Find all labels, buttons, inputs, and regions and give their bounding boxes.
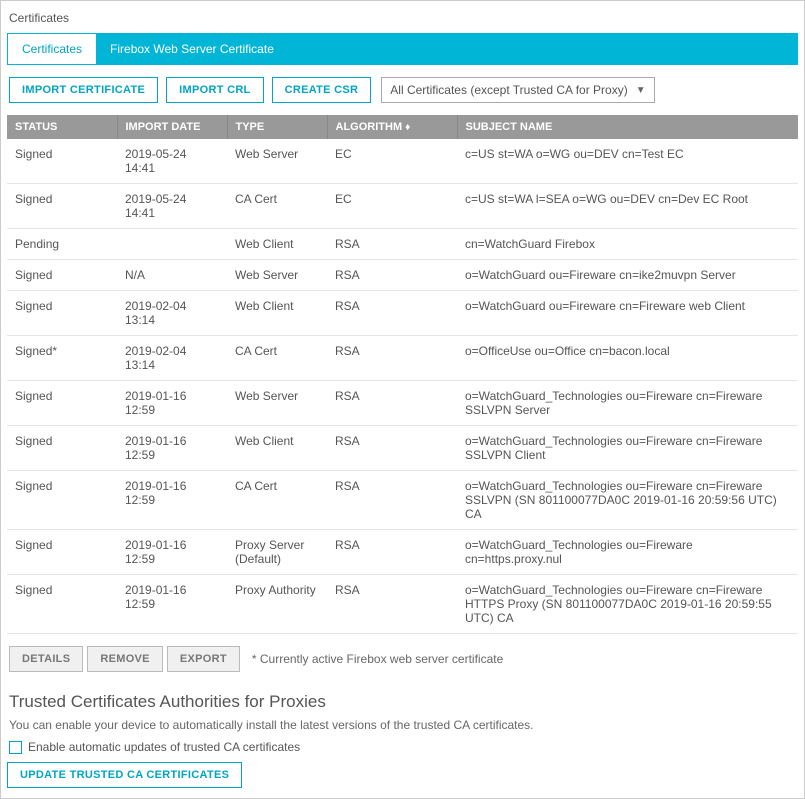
cell-status: Signed: [7, 184, 117, 229]
cell-date: 2019-05-24 14:41: [117, 139, 227, 184]
cell-subject: cn=WatchGuard Firebox: [457, 229, 798, 260]
cell-alg: RSA: [327, 260, 457, 291]
cell-subject: o=WatchGuard ou=Fireware cn=ike2muvpn Se…: [457, 260, 798, 291]
cell-alg: RSA: [327, 471, 457, 530]
cell-subject: o=WatchGuard_Technologies ou=Fireware cn…: [457, 426, 798, 471]
certificates-table: STATUS IMPORT DATE TYPE ALGORITHM♦ SUBJE…: [7, 115, 798, 634]
cell-status: Signed: [7, 575, 117, 634]
cell-subject: o=WatchGuard_Technologies ou=Fireware cn…: [457, 530, 798, 575]
cell-status: Pending: [7, 229, 117, 260]
cell-type: Web Client: [227, 291, 327, 336]
cell-alg: RSA: [327, 336, 457, 381]
column-type[interactable]: TYPE: [227, 115, 327, 139]
cell-type: CA Cert: [227, 184, 327, 229]
certificate-filter-value: All Certificates (except Trusted CA for …: [390, 83, 627, 97]
cell-subject: c=US st=WA o=WG ou=DEV cn=Test EC: [457, 139, 798, 184]
cell-type: CA Cert: [227, 471, 327, 530]
table-row[interactable]: Signed2019-05-24 14:41Web ServerECc=US s…: [7, 139, 798, 184]
details-button[interactable]: DETAILS: [9, 646, 83, 672]
enable-auto-updates-label: Enable automatic updates of trusted CA c…: [28, 740, 300, 754]
remove-button[interactable]: REMOVE: [87, 646, 162, 672]
column-status[interactable]: STATUS: [7, 115, 117, 139]
tab-certificates[interactable]: Certificates: [8, 34, 96, 64]
cell-alg: EC: [327, 139, 457, 184]
cell-subject: o=WatchGuard_Technologies ou=Fireware cn…: [457, 381, 798, 426]
cell-alg: RSA: [327, 381, 457, 426]
certificate-filter-select[interactable]: All Certificates (except Trusted CA for …: [381, 77, 654, 103]
create-csr-button[interactable]: CREATE CSR: [272, 77, 372, 103]
table-row[interactable]: SignedN/AWeb ServerRSAo=WatchGuard ou=Fi…: [7, 260, 798, 291]
table-row[interactable]: Signed2019-01-16 12:59Web ServerRSAo=Wat…: [7, 381, 798, 426]
cell-alg: RSA: [327, 530, 457, 575]
cell-date: 2019-01-16 12:59: [117, 471, 227, 530]
cell-date: N/A: [117, 260, 227, 291]
cell-alg: EC: [327, 184, 457, 229]
cell-type: Web Server: [227, 381, 327, 426]
cell-alg: RSA: [327, 291, 457, 336]
export-button[interactable]: EXPORT: [167, 646, 240, 672]
cell-subject: o=WatchGuard_Technologies ou=Fireware cn…: [457, 471, 798, 530]
import-crl-button[interactable]: IMPORT CRL: [166, 77, 263, 103]
table-row[interactable]: Signed2019-01-16 12:59Proxy Server (Defa…: [7, 530, 798, 575]
cell-type: Web Client: [227, 229, 327, 260]
cell-date: 2019-02-04 13:14: [117, 291, 227, 336]
cell-date: 2019-01-16 12:59: [117, 381, 227, 426]
column-import-date[interactable]: IMPORT DATE: [117, 115, 227, 139]
cell-status: Signed: [7, 291, 117, 336]
cell-date: 2019-05-24 14:41: [117, 184, 227, 229]
cell-date: [117, 229, 227, 260]
cell-status: Signed: [7, 139, 117, 184]
table-row[interactable]: Signed2019-01-16 12:59Proxy AuthorityRSA…: [7, 575, 798, 634]
cell-subject: c=US st=WA l=SEA o=WG ou=DEV cn=Dev EC R…: [457, 184, 798, 229]
column-subject-name[interactable]: SUBJECT NAME: [457, 115, 798, 139]
cell-alg: RSA: [327, 229, 457, 260]
trusted-ca-title: Trusted Certificates Authorities for Pro…: [7, 676, 798, 716]
table-row[interactable]: Signed2019-05-24 14:41CA CertECc=US st=W…: [7, 184, 798, 229]
cell-type: Web Server: [227, 260, 327, 291]
cell-date: 2019-01-16 12:59: [117, 530, 227, 575]
cell-alg: RSA: [327, 426, 457, 471]
cell-subject: o=WatchGuard ou=Fireware cn=Fireware web…: [457, 291, 798, 336]
cell-status: Signed: [7, 426, 117, 471]
cell-date: 2019-01-16 12:59: [117, 426, 227, 471]
cell-status: Signed: [7, 260, 117, 291]
import-certificate-button[interactable]: IMPORT CERTIFICATE: [9, 77, 158, 103]
cell-status: Signed: [7, 471, 117, 530]
cell-type: Proxy Server (Default): [227, 530, 327, 575]
cell-type: Web Server: [227, 139, 327, 184]
cell-date: 2019-01-16 12:59: [117, 575, 227, 634]
column-algorithm[interactable]: ALGORITHM♦: [327, 115, 457, 139]
chevron-down-icon: ▼: [636, 85, 646, 96]
toolbar: IMPORT CERTIFICATE IMPORT CRL CREATE CSR…: [7, 65, 798, 115]
cell-date: 2019-02-04 13:14: [117, 336, 227, 381]
table-row[interactable]: Signed*2019-02-04 13:14CA CertRSAo=Offic…: [7, 336, 798, 381]
table-row[interactable]: Pending Web ClientRSAcn=WatchGuard Firebo…: [7, 229, 798, 260]
cell-subject: o=WatchGuard_Technologies ou=Fireware cn…: [457, 575, 798, 634]
tabs: Certificates Firebox Web Server Certific…: [7, 33, 798, 65]
table-row[interactable]: Signed2019-01-16 12:59Web ClientRSAo=Wat…: [7, 426, 798, 471]
table-row[interactable]: Signed2019-01-16 12:59CA CertRSAo=WatchG…: [7, 471, 798, 530]
trusted-ca-desc: You can enable your device to automatica…: [7, 716, 798, 738]
cell-status: Signed: [7, 381, 117, 426]
action-row: DETAILS REMOVE EXPORT * Currently active…: [7, 634, 798, 676]
footnote: * Currently active Firebox web server ce…: [252, 652, 503, 666]
sort-icon: ♦: [405, 122, 410, 133]
enable-auto-updates-checkbox[interactable]: [9, 741, 22, 754]
tab-firebox-web-server-certificate[interactable]: Firebox Web Server Certificate: [96, 34, 288, 64]
table-row[interactable]: Signed2019-02-04 13:14Web ClientRSAo=Wat…: [7, 291, 798, 336]
cell-alg: RSA: [327, 575, 457, 634]
cell-subject: o=OfficeUse ou=Office cn=bacon.local: [457, 336, 798, 381]
cell-status: Signed: [7, 530, 117, 575]
update-trusted-ca-button[interactable]: UPDATE TRUSTED CA CERTIFICATES: [7, 762, 242, 788]
cell-type: Web Client: [227, 426, 327, 471]
page-title: Certificates: [7, 7, 798, 33]
cell-type: Proxy Authority: [227, 575, 327, 634]
cell-type: CA Cert: [227, 336, 327, 381]
cell-status: Signed*: [7, 336, 117, 381]
